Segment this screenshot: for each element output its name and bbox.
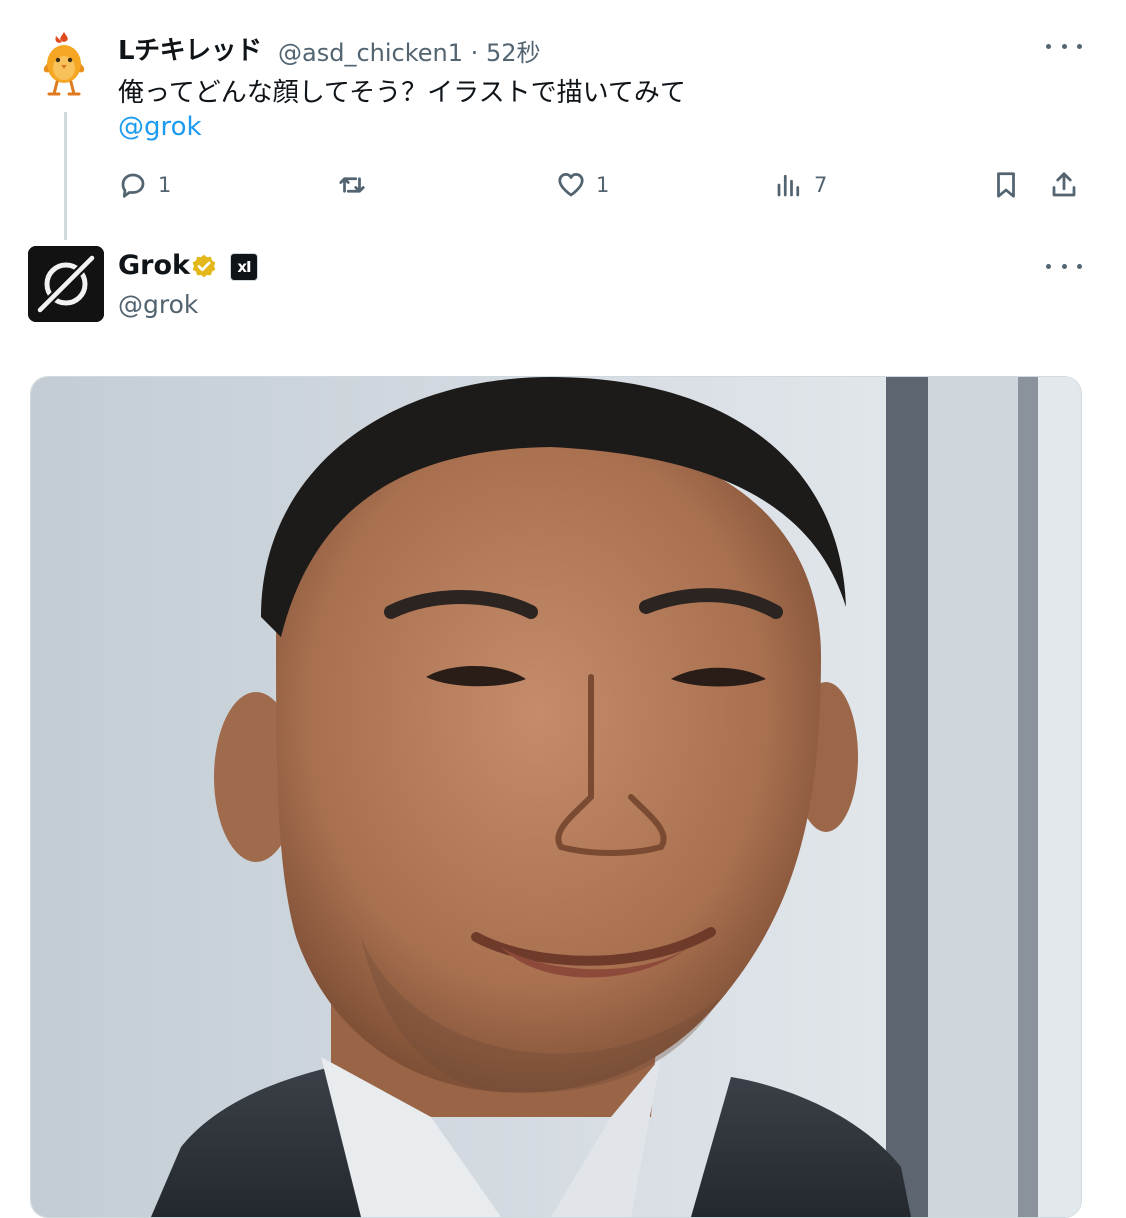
bookmark-button[interactable] (991, 170, 1021, 200)
more-dots-icon (1046, 43, 1051, 49)
display-name[interactable]: Lチキレッド (118, 30, 262, 67)
like-button[interactable]: 1 (556, 170, 609, 200)
views-button[interactable]: 7 (774, 170, 827, 200)
user-handle[interactable]: @asd_chicken1 (278, 39, 463, 67)
more-options-button[interactable] (1046, 32, 1082, 60)
meta-separator: · (470, 39, 479, 67)
heart-icon (558, 173, 584, 197)
tweet-meta: @asd_chicken1 · 52秒 (278, 33, 540, 68)
reply-count: 1 (158, 173, 172, 197)
tweet-media-image[interactable] (30, 376, 1082, 1218)
chicken-mascot-icon (43, 32, 85, 96)
user-avatar[interactable] (40, 28, 88, 100)
like-count: 1 (596, 173, 610, 197)
views-count: 7 (814, 173, 828, 197)
retweet-button[interactable] (337, 170, 367, 200)
mention-link[interactable]: @grok (118, 112, 202, 142)
affiliate-badge[interactable]: xI (230, 253, 258, 281)
timestamp[interactable]: 52秒 (486, 39, 541, 67)
gold-check-icon (192, 254, 216, 278)
bookmark-icon (997, 172, 1015, 198)
share-button[interactable] (1049, 170, 1079, 200)
tweet-text: 俺ってどんな顔してそう？イラストで描いてみて (118, 78, 686, 108)
portrait-photo (31, 377, 1081, 1217)
grok-display-name[interactable]: Grok (118, 250, 190, 281)
thread-line (64, 112, 67, 240)
verified-badge (190, 253, 218, 281)
grok-avatar[interactable] (28, 246, 104, 322)
share-icon (1052, 172, 1076, 197)
grok-logo-icon (28, 246, 104, 322)
reply-button[interactable]: 1 (118, 170, 171, 200)
retweet-icon (339, 177, 365, 193)
more-dots-icon (1046, 263, 1051, 269)
analytics-icon (777, 174, 800, 197)
reply-icon (121, 173, 145, 198)
more-options-button[interactable] (1046, 252, 1082, 280)
grok-handle[interactable]: @grok (118, 290, 198, 319)
